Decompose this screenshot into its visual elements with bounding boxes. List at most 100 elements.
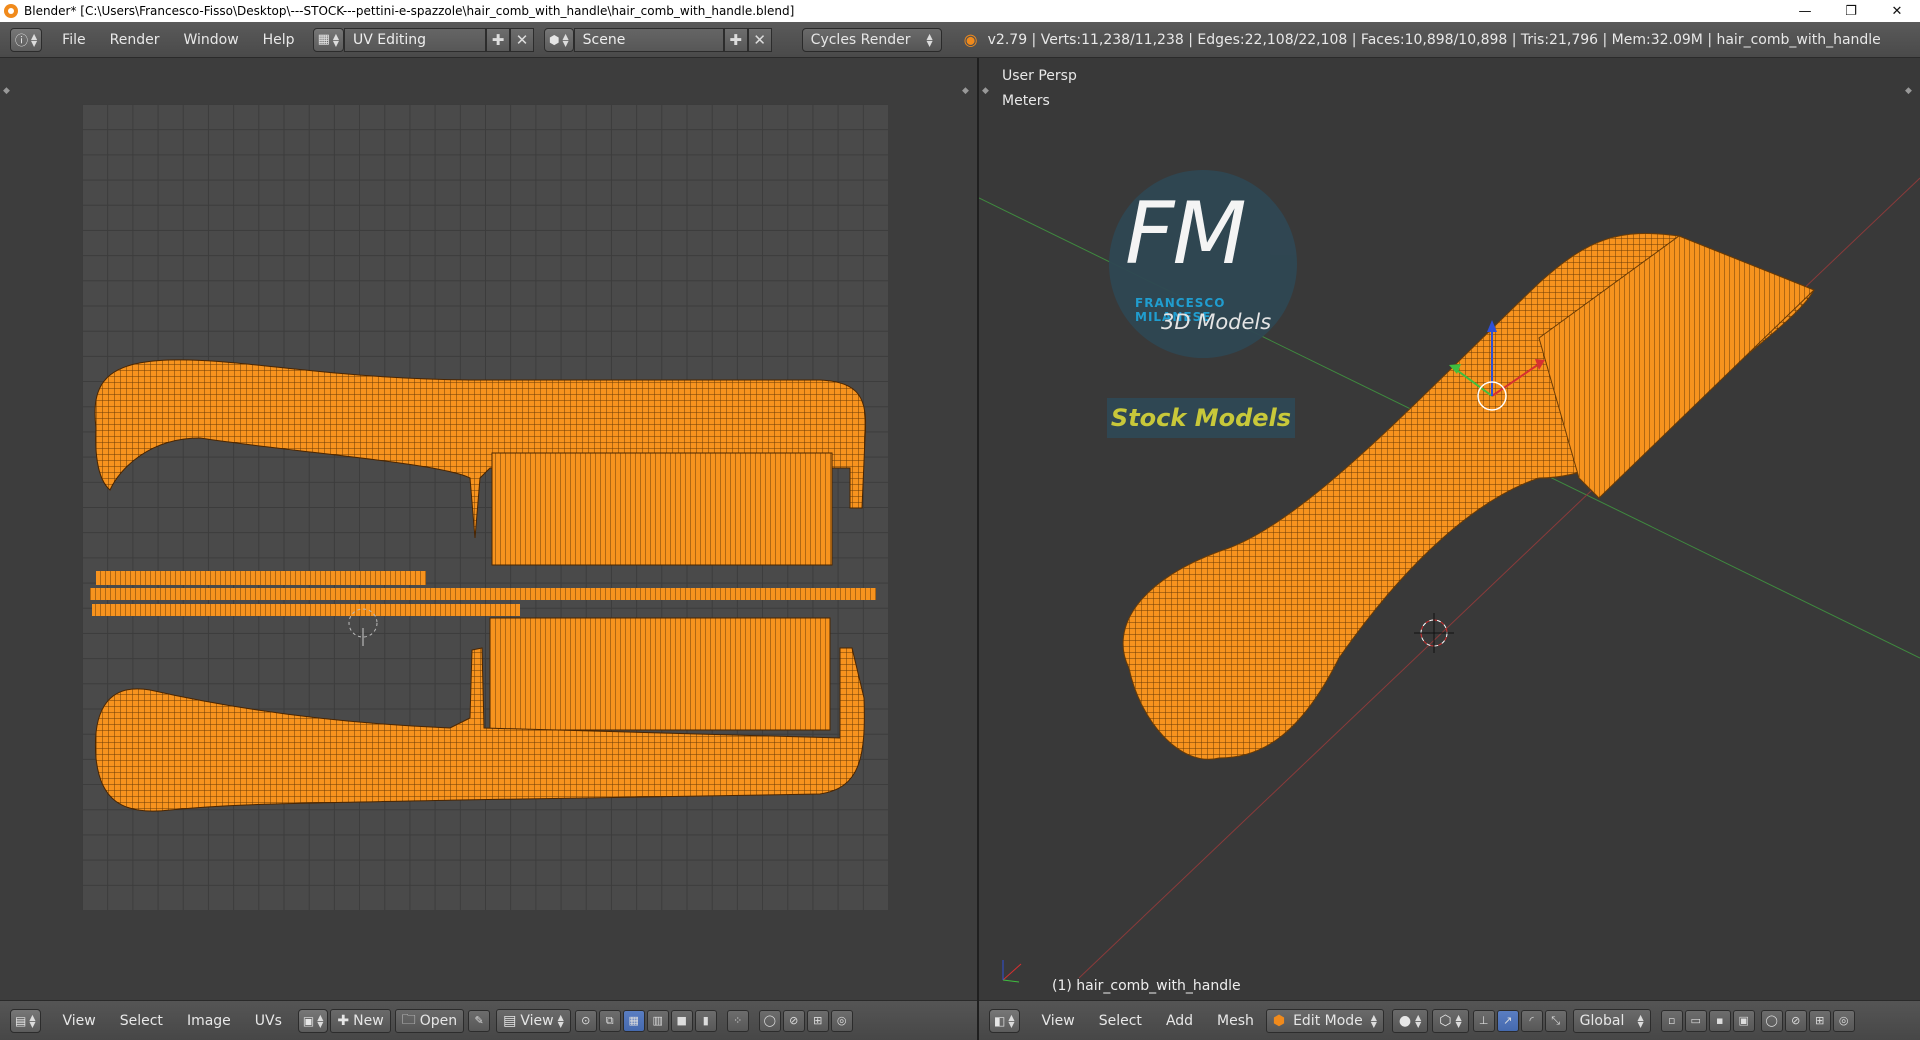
uv-island-teeth-top [491,452,833,566]
info-icon: ⓘ [15,34,29,49]
fm-logo-watermark: FM FRANCESCO MILANESE 3D Models [1109,170,1297,358]
restore-button[interactable]: ❐ [1828,0,1874,22]
blender-icon: ◉ [963,30,978,49]
folder-icon: 🗀 [401,1011,416,1028]
pivot-dropdown[interactable]: ⬡ ▲ ▼ [1432,1008,1469,1033]
uv-strip-2 [90,588,876,600]
info-header: ⓘ ▲ ▼ File Render Window Help ▦ ▲ ▼ UV Edi… [0,22,1920,58]
edit-mode-icon: ⬢ [1272,1012,1286,1029]
snap-icon[interactable]: ⊘ [782,1009,805,1032]
uv-editor-header: ▤ ▲ ▼ View Select Image UVs ▣ ▲ ▼ ✚ New 🗀 … [0,1000,977,1040]
render-preview-icon[interactable]: ◎ [1832,1009,1855,1032]
uv-view-mode-dropdown[interactable]: ▤ View ▲ ▼ [496,1008,571,1033]
proportional-edit-icon[interactable]: ◯ [758,1009,781,1032]
3d-viewport[interactable]: ◆ ◆ User Persp Meters FM FRANCESCO MILAN… [979,58,1920,1000]
menu-file[interactable]: File [50,32,97,48]
menu-help[interactable]: Help [251,32,307,48]
rotate-icon[interactable]: ◜ [1520,1009,1543,1032]
pivot-icon: ⬡ [1439,1012,1452,1029]
layout-grid-icon: ▦ [317,32,330,47]
pivot-icon[interactable]: ⊙ [574,1009,597,1032]
close-icon: ✕ [753,30,766,49]
island-select-icon[interactable]: ▮ [694,1009,717,1032]
uv-menu-view[interactable]: View [51,1013,108,1029]
mini-axis-gizmo [1002,960,1022,983]
3d-menu-add[interactable]: Add [1154,1013,1205,1029]
logo-subtitle: 3D Models [1161,310,1272,334]
3d-menu-select[interactable]: Select [1087,1013,1154,1029]
plus-icon: ✚ [491,30,505,49]
uv-editor-type-button[interactable]: ▤ ▲ ▼ [10,1008,41,1033]
3d-menu-view[interactable]: View [1030,1013,1087,1029]
plus-icon: ✚ [729,30,742,49]
proportional-edit-icon[interactable]: ◯ [1760,1009,1783,1032]
cube-icon: ◧ [994,1013,1006,1028]
3d-cursor[interactable] [1414,613,1454,653]
scene-browse-button[interactable]: ⬢ ▲ ▼ [544,27,574,52]
uv-strip-3 [92,604,520,616]
face-mode-icon[interactable]: ▪ [1708,1009,1731,1032]
manipulator-toggle-icon[interactable]: ⊥ [1472,1009,1495,1032]
3d-editor-type-button[interactable]: ◧ ▲ ▼ [989,1008,1020,1033]
pin-icon[interactable]: ✎ [468,1009,491,1032]
uv-menu-image[interactable]: Image [175,1013,243,1029]
image-icon: ▣ [302,1013,315,1028]
3d-viewport-header: ◧ ▲ ▼ View Select Add Mesh ⬢ Edit Mode ▲ ▼… [979,1000,1920,1040]
face-select-icon[interactable]: ■ [670,1009,693,1032]
vertex-mode-icon[interactable]: ▫ [1660,1009,1683,1032]
viewport-scene[interactable] [979,58,1920,1000]
menu-window[interactable]: Window [171,32,250,48]
close-icon: ✕ [515,30,529,49]
occlude-icon[interactable]: ▣ [1732,1009,1755,1032]
window-titlebar: Blender* [C:\Users\Francesco-Fisso\Deskt… [0,0,1920,22]
menu-render[interactable]: Render [98,32,172,48]
uv-islands[interactable] [0,58,977,1000]
edge-mode-icon[interactable]: ▭ [1684,1009,1707,1032]
delete-scene-button[interactable]: ✕ [747,27,772,52]
uv-menu-select[interactable]: Select [108,1013,175,1029]
uv-image-editor[interactable]: ◆ ◆ [0,58,977,1000]
vertex-select-icon[interactable]: ▦ [622,1009,645,1032]
logo-banner-text: Stock Models [1110,404,1292,432]
screen-layout-browse-button[interactable]: ▦ ▲ ▼ [312,27,345,52]
translate-icon[interactable]: ↗ [1496,1009,1519,1032]
screen-layout-field[interactable]: UV Editing [344,27,487,52]
render-engine-label: Cycles Render [810,31,911,48]
uv-menu-uvs[interactable]: UVs [243,1013,294,1029]
snap-icon[interactable]: ⊘ [1784,1009,1807,1032]
uv-island-teeth-bottom [489,617,831,731]
open-image-button[interactable]: 🗀 Open [394,1008,465,1033]
3d-menu-mesh[interactable]: Mesh [1205,1013,1266,1029]
minimize-button[interactable]: — [1782,0,1828,22]
delete-screen-button[interactable]: ✕ [510,27,535,52]
snap-element-icon[interactable]: ⊞ [1808,1009,1831,1032]
close-button[interactable]: ✕ [1874,0,1920,22]
mode-label: Edit Mode [1293,1012,1363,1029]
sticky-mode-icon[interactable]: ⁘ [726,1009,749,1032]
scale-icon[interactable]: ⤡ [1544,1009,1567,1032]
shading-dropdown[interactable]: ● ▲ ▼ [1391,1008,1429,1033]
mode-dropdown[interactable]: ⬢ Edit Mode ▲ ▼ [1265,1008,1384,1033]
add-scene-button[interactable]: ✚ [723,27,748,52]
window-title: Blender* [C:\Users\Francesco-Fisso\Deskt… [24,4,795,18]
screen-layout-name: UV Editing [353,31,427,48]
add-screen-button[interactable]: ✚ [486,27,511,52]
render-result-icon[interactable]: ◎ [830,1009,853,1032]
image-browse-button[interactable]: ▣ ▲ ▼ [297,1008,329,1033]
info-editor-type-button[interactable]: ⓘ ▲ ▼ [10,27,43,52]
orientation-label: Global [1579,1012,1625,1029]
orientation-dropdown[interactable]: Global ▲ ▼ [1572,1008,1651,1033]
scene-field[interactable]: Scene [573,27,724,52]
sync-selection-icon[interactable]: ⧉ [598,1009,621,1032]
sphere-icon: ● [1398,1012,1412,1029]
scene-statistics: v2.79 | Verts:11,238/11,238 | Edges:22,1… [987,31,1881,48]
view-mode-label: View [520,1012,554,1029]
image-editor-icon: ▤ [15,1013,27,1028]
new-image-button[interactable]: ✚ New [330,1008,391,1033]
snap-element-icon[interactable]: ⊞ [806,1009,829,1032]
scene-name: Scene [582,31,626,48]
view-icon: ▤ [503,1012,517,1029]
render-engine-dropdown[interactable]: Cycles Render ▲ ▼ [801,27,942,52]
logo-banner: Stock Models [1107,398,1295,438]
edge-select-icon[interactable]: ▥ [646,1009,669,1032]
